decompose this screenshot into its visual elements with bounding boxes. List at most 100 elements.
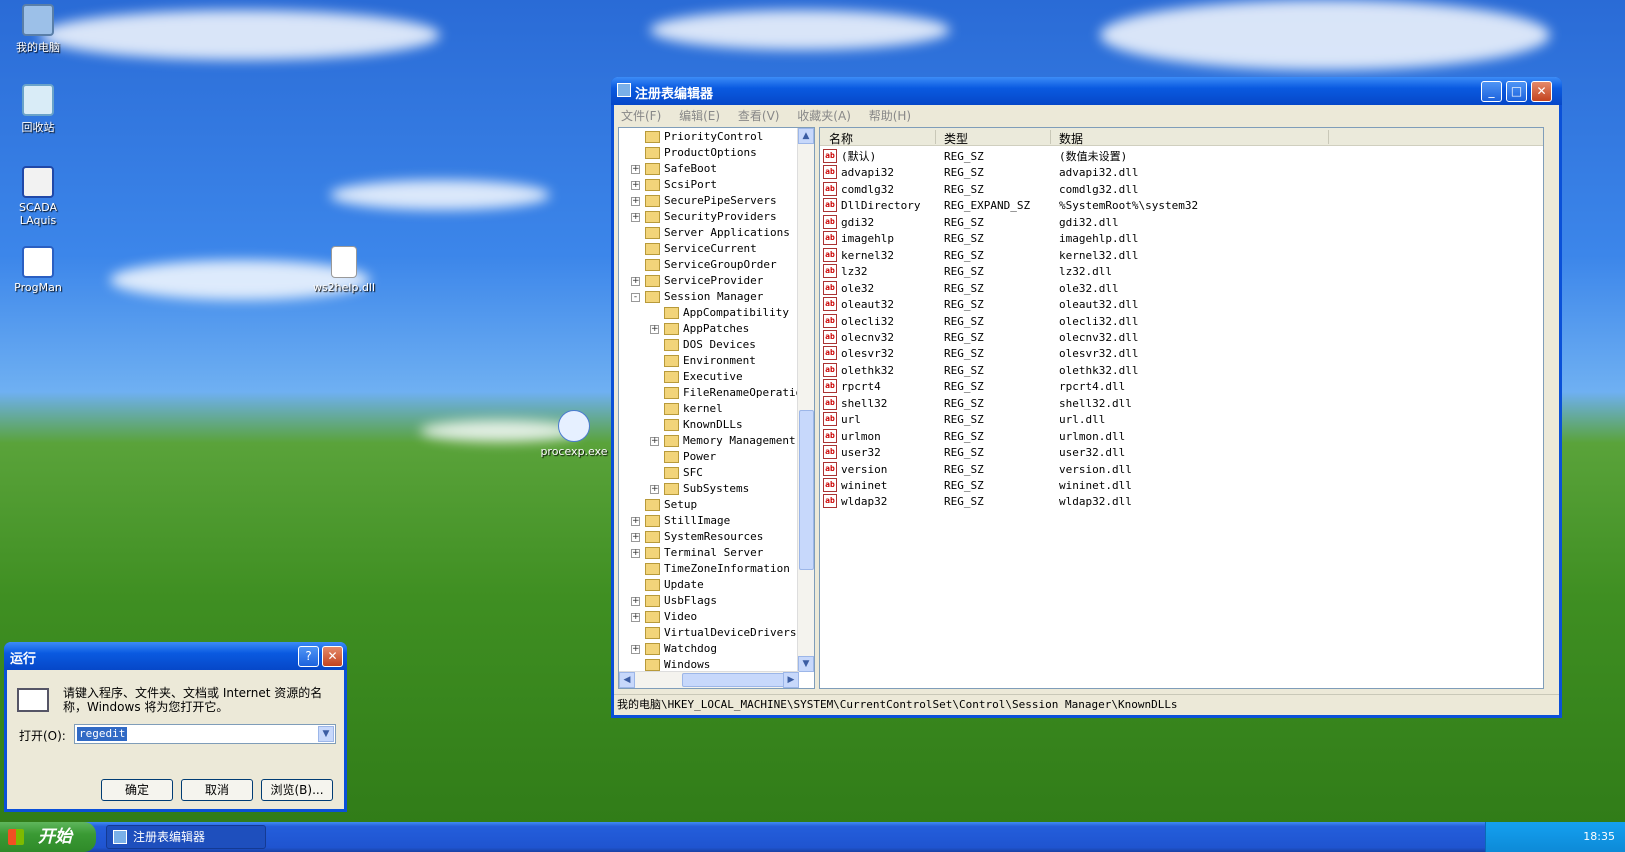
regedit-titlebar[interactable]: 注册表编辑器 _ □ ✕ [611, 77, 1562, 105]
desktop-icon-my-computer[interactable]: 我的电脑 [0, 4, 76, 55]
tree-node[interactable]: TimeZoneInformation [619, 561, 797, 577]
registry-values-list[interactable]: 名称 类型 数据 ab (默认) REG_SZ (数值未设置) ab advapi32 RE… [819, 127, 1544, 689]
tree-node[interactable]: ServiceCurrent [619, 241, 797, 257]
scroll-down-icon[interactable]: ▼ [798, 656, 814, 672]
tree-node[interactable]: FileRenameOperations [619, 385, 814, 401]
value-row[interactable]: ab advapi32 REG_SZ advapi32.dll [820, 164, 1543, 181]
expand-icon[interactable]: + [631, 517, 640, 526]
expand-icon[interactable]: + [631, 197, 640, 206]
value-row[interactable]: ab DllDirectory REG_EXPAND_SZ %SystemRoot%\… [820, 197, 1543, 214]
value-row[interactable]: ab gdi32 REG_SZ gdi32.dll [820, 214, 1543, 231]
value-row[interactable]: ab user32 REG_SZ user32.dll [820, 444, 1543, 461]
scroll-up-icon[interactable]: ▲ [798, 128, 814, 144]
browse-button[interactable]: 浏览(B)... [261, 779, 333, 801]
value-row[interactable]: ab wininet REG_SZ wininet.dll [820, 477, 1543, 494]
collapse-icon[interactable]: - [631, 293, 640, 302]
value-row[interactable]: ab lz32 REG_SZ lz32.dll [820, 263, 1543, 280]
run-titlebar[interactable]: 运行 ? ✕ [4, 642, 347, 670]
cancel-button[interactable]: 取消 [181, 779, 253, 801]
tree-node[interactable]: KnownDLLs [619, 417, 797, 433]
value-row[interactable]: ab urlmon REG_SZ urlmon.dll [820, 428, 1543, 445]
menu-help[interactable]: 帮助(H) [862, 105, 918, 126]
expand-icon[interactable]: + [631, 277, 640, 286]
column-name[interactable]: 名称 [829, 130, 853, 147]
expand-icon[interactable]: + [631, 165, 640, 174]
chevron-down-icon[interactable]: ▼ [318, 726, 334, 742]
expand-icon[interactable]: + [631, 613, 640, 622]
value-row[interactable]: ab olethk32 REG_SZ olethk32.dll [820, 362, 1543, 379]
desktop-icon-progman[interactable]: ProgMan [0, 246, 76, 294]
tree-node[interactable]: DOS Devices [619, 337, 797, 353]
tree-node[interactable]: kernel [619, 401, 797, 417]
tree-node[interactable]: + Watchdog [619, 641, 797, 657]
value-row[interactable]: ab rpcrt4 REG_SZ rpcrt4.dll [820, 378, 1543, 395]
desktop-icon-scada[interactable]: SCADA LAquis [0, 166, 76, 227]
value-row[interactable]: ab version REG_SZ version.dll [820, 461, 1543, 478]
tree-node[interactable]: Environment [619, 353, 797, 369]
expand-icon[interactable]: + [631, 533, 640, 542]
tree-hscroll-thumb[interactable] [682, 673, 786, 687]
tree-node[interactable]: Setup [619, 497, 797, 513]
tree-scroll-thumb[interactable] [799, 410, 814, 570]
tree-node[interactable]: SFC [619, 465, 797, 481]
scroll-right-icon[interactable]: ▶ [783, 672, 799, 688]
desktop-icon-recycle-bin[interactable]: 回收站 [0, 84, 76, 135]
value-row[interactable]: ab ole32 REG_SZ ole32.dll [820, 280, 1543, 297]
expand-icon[interactable]: + [631, 645, 640, 654]
value-row[interactable]: ab oleaut32 REG_SZ oleaut32.dll [820, 296, 1543, 313]
value-row[interactable]: ab olesvr32 REG_SZ olesvr32.dll [820, 345, 1543, 362]
value-row[interactable]: ab kernel32 REG_SZ kernel32.dll [820, 247, 1543, 264]
expand-icon[interactable]: + [631, 597, 640, 606]
tree-node[interactable]: + SecurePipeServers [619, 193, 797, 209]
taskbar-item-regedit[interactable]: 注册表编辑器 [106, 825, 266, 849]
tree-node[interactable]: + Memory Management [619, 433, 797, 449]
column-type[interactable]: 类型 [944, 130, 968, 147]
desktop-icon-ws2help[interactable]: ws2help.dll [306, 246, 382, 294]
tree-node[interactable]: + UsbFlags [619, 593, 797, 609]
tree-node[interactable]: - Session Manager [619, 289, 797, 305]
tree-horizontal-scrollbar[interactable]: ◀ ▶ [619, 671, 799, 688]
tree-node[interactable]: Update [619, 577, 797, 593]
tree-node[interactable]: Server Applications [619, 225, 797, 241]
run-close-button[interactable]: ✕ [322, 646, 343, 667]
maximize-button[interactable]: □ [1506, 81, 1527, 102]
tree-node[interactable]: + AppPatches [619, 321, 797, 337]
clock[interactable]: 18:35 [1583, 830, 1615, 843]
tree-node[interactable]: PriorityControl [619, 129, 797, 145]
tree-node[interactable]: + Video [619, 609, 797, 625]
tree-node[interactable]: + StillImage [619, 513, 797, 529]
value-row[interactable]: ab (默认) REG_SZ (数值未设置) [820, 148, 1543, 165]
minimize-button[interactable]: _ [1481, 81, 1502, 102]
tree-node[interactable]: ProductOptions [619, 145, 797, 161]
registry-tree[interactable]: PriorityControl ProductOptions + SafeBoot + S… [618, 127, 815, 689]
tree-node[interactable]: + Terminal Server [619, 545, 797, 561]
tree-node[interactable]: + SecurityProviders [619, 209, 797, 225]
tree-node[interactable]: + SubSystems [619, 481, 797, 497]
tree-node[interactable]: Executive [619, 369, 797, 385]
value-row[interactable]: ab olecnv32 REG_SZ olecnv32.dll [820, 329, 1543, 346]
desktop-icon-procexp[interactable]: procexp.exe [536, 410, 612, 458]
value-row[interactable]: ab imagehlp REG_SZ imagehlp.dll [820, 230, 1543, 247]
expand-icon[interactable]: + [631, 181, 640, 190]
tree-node[interactable]: + SystemResources [619, 529, 797, 545]
ok-button[interactable]: 确定 [101, 779, 173, 801]
menu-file[interactable]: 文件(F) [614, 105, 668, 126]
help-button[interactable]: ? [298, 646, 319, 667]
tree-node[interactable]: ServiceGroupOrder [619, 257, 797, 273]
tree-node[interactable]: Power [619, 449, 797, 465]
column-data[interactable]: 数据 [1059, 130, 1083, 147]
value-row[interactable]: ab wldap32 REG_SZ wldap32.dll [820, 493, 1543, 510]
menu-view[interactable]: 查看(V) [731, 105, 787, 126]
menu-edit[interactable]: 编辑(E) [672, 105, 727, 126]
tree-node[interactable]: + ScsiPort [619, 177, 797, 193]
scroll-left-icon[interactable]: ◀ [619, 672, 635, 688]
value-row[interactable]: ab shell32 REG_SZ shell32.dll [820, 395, 1543, 412]
expand-icon[interactable]: + [631, 213, 640, 222]
close-button[interactable]: ✕ [1531, 81, 1552, 102]
value-row[interactable]: ab olecli32 REG_SZ olecli32.dll [820, 313, 1543, 330]
tree-node[interactable]: AppCompatibility [619, 305, 797, 321]
tree-node[interactable]: + ServiceProvider [619, 273, 797, 289]
start-button[interactable]: 开始 [0, 822, 96, 852]
value-row[interactable]: ab comdlg32 REG_SZ comdlg32.dll [820, 181, 1543, 198]
menu-favorites[interactable]: 收藏夹(A) [790, 105, 858, 126]
